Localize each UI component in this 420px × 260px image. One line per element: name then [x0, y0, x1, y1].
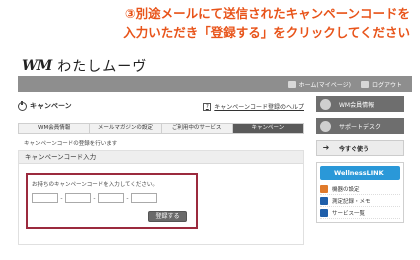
code-field-3[interactable] [98, 193, 124, 203]
sidebar: WM会員情報 サポートデスク ➜ 今すぐ使う WellnessLINK 機器の設… [316, 96, 404, 223]
section-title: キャンペーンコード入力 [19, 151, 303, 164]
site-logo[interactable]: WM わたしムーヴ [22, 58, 148, 75]
use-now-button[interactable]: ➜ 今すぐ使う [316, 140, 404, 156]
home-icon [287, 80, 296, 88]
list-item-label: 機器の設定 [332, 186, 360, 193]
code-fields: - - - [32, 193, 157, 203]
notice-text: キャンペーンコードの登録を行います [24, 141, 118, 147]
code-field-1[interactable] [32, 193, 58, 203]
top-navigation-bar: ホーム(マイページ) ログアウト [18, 76, 412, 92]
list-item-label: 測定記録・メモ [332, 198, 371, 205]
power-icon [18, 100, 27, 111]
phone-icon [320, 120, 331, 132]
register-button[interactable]: 登録する [148, 211, 187, 222]
tab-member-info[interactable]: WM会員情報 [18, 123, 90, 134]
list-item-label: サービス一覧 [332, 210, 366, 217]
wellness-link-banner[interactable]: WellnessLINK [320, 166, 400, 180]
device-icon [320, 184, 328, 193]
instruction-line-2: 入力いただき「登録する」をクリックしてください [123, 25, 410, 40]
tab-mail-magazine[interactable]: メールマガジンの設定 [89, 123, 161, 134]
support-desk-button[interactable]: サポートデスク [316, 118, 404, 134]
page-header: キャンペーン ? キャンペーンコード登録のヘルプ [18, 100, 304, 112]
person-icon [320, 98, 331, 110]
dash: - [126, 194, 129, 202]
logout-link-label: ログアウト [371, 81, 402, 89]
list-icon [320, 208, 328, 217]
wellness-panel: WellnessLINK 機器の設定 測定記録・メモ サービス一覧 [316, 162, 404, 223]
campaign-code-input-box: お持ちのキャンペーンコードを入力してください。 - - - 登録する [26, 173, 198, 229]
list-item[interactable]: サービス一覧 [320, 207, 400, 219]
instruction-text: ③別途メールにて送信されたキャンペーンコードを 入力いただき「登録する」をクリッ… [110, 4, 410, 42]
code-field-4[interactable] [131, 193, 157, 203]
record-icon [320, 196, 328, 205]
help-link[interactable]: ? キャンペーンコード登録のヘルプ [203, 102, 304, 111]
list-item[interactable]: 測定記録・メモ [320, 195, 400, 207]
dash: - [60, 194, 63, 202]
member-info-button[interactable]: WM会員情報 [316, 96, 404, 112]
help-icon: ? [203, 102, 212, 111]
list-item[interactable]: 機器の設定 [320, 183, 400, 195]
instruction-line-1: ③別途メールにて送信されたキャンペーンコードを [125, 6, 410, 21]
logout-link[interactable]: ログアウト [360, 80, 402, 89]
input-label: お持ちのキャンペーンコードを入力してください。 [32, 182, 158, 188]
home-link[interactable]: ホーム(マイページ) [287, 80, 351, 89]
home-link-label: ホーム(マイページ) [298, 81, 351, 89]
code-field-2[interactable] [65, 193, 91, 203]
use-now-label: 今すぐ使う [339, 145, 370, 153]
support-desk-label: サポートデスク [339, 123, 382, 131]
dash: - [93, 194, 96, 202]
tab-campaign[interactable]: キャンペーン [231, 123, 304, 134]
logout-icon [360, 80, 369, 88]
tab-bar: WM会員情報 メールマガジンの設定 ご利用中のサービス キャンペーン [18, 123, 304, 134]
page-title: キャンペーン [30, 102, 72, 110]
help-link-label: キャンペーンコード登録のヘルプ [214, 104, 304, 111]
logo-text: わたしムーヴ [57, 59, 148, 75]
logo-mark: WM [22, 58, 52, 74]
tab-services[interactable]: ご利用中のサービス [160, 123, 232, 134]
wellness-list: 機器の設定 測定記録・メモ サービス一覧 [320, 183, 400, 219]
arrow-icon: ➜ [322, 143, 330, 152]
member-info-label: WM会員情報 [339, 101, 375, 109]
